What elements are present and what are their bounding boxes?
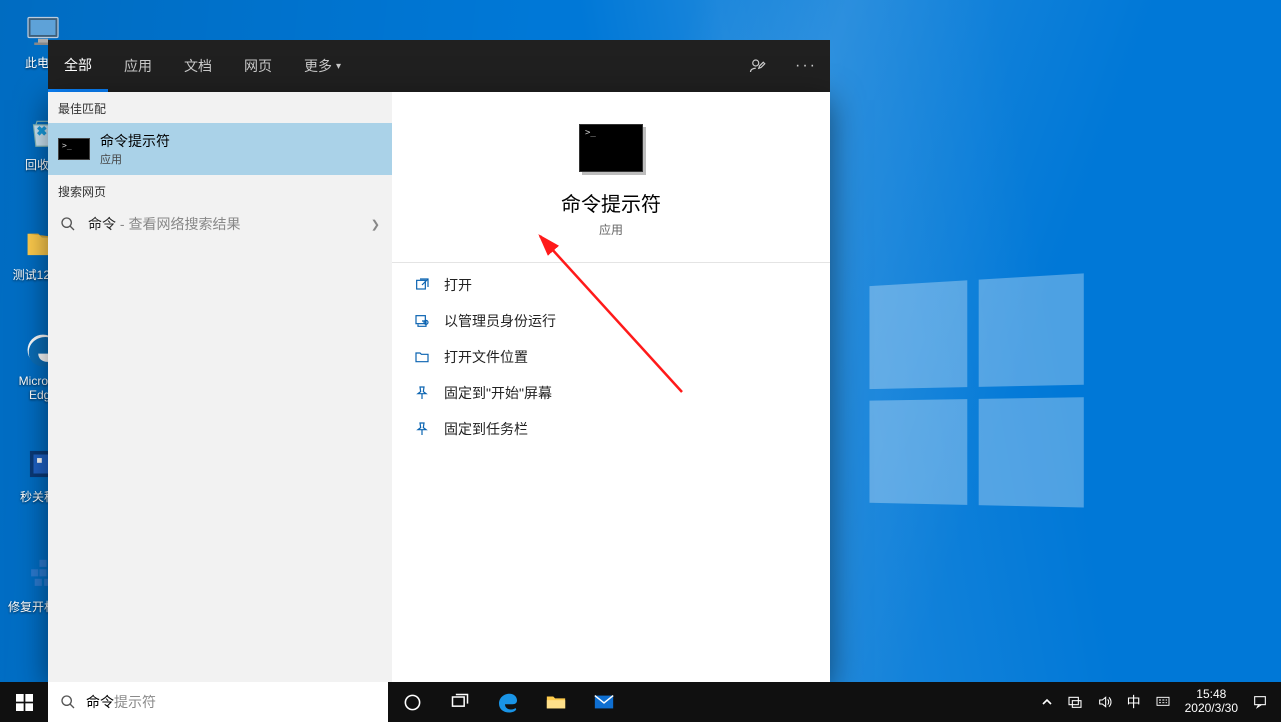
best-match-sub: 应用: [100, 151, 170, 167]
tab-web[interactable]: 网页: [228, 40, 288, 92]
folder-icon: [414, 349, 430, 365]
show-desktop-button[interactable]: [1275, 682, 1281, 722]
more-options-icon[interactable]: ···: [782, 40, 830, 92]
tab-docs[interactable]: 文档: [168, 40, 228, 92]
tray-network-icon[interactable]: [1060, 682, 1090, 722]
action-open[interactable]: 打开: [392, 267, 830, 303]
cortana-button[interactable]: [388, 682, 436, 722]
admin-icon: [414, 313, 430, 329]
tab-all[interactable]: 全部: [48, 40, 108, 92]
search-icon: [60, 694, 76, 710]
task-view-button[interactable]: [436, 682, 484, 722]
tray-overflow[interactable]: [1034, 682, 1060, 722]
detail-sub: 应用: [599, 221, 623, 238]
tab-more[interactable]: 更多▾: [288, 40, 357, 92]
tray-ime-pad-icon[interactable]: [1148, 682, 1178, 722]
search-typed-text: 命令: [86, 692, 114, 712]
tray-clock[interactable]: 15:48 2020/3/30: [1178, 682, 1245, 722]
action-pin-taskbar[interactable]: 固定到任务栏: [392, 411, 830, 447]
action-pin-start[interactable]: 固定到"开始"屏幕: [392, 375, 830, 411]
best-match-title: 命令提示符: [100, 131, 170, 151]
tray: 中 15:48 2020/3/30: [1034, 682, 1281, 722]
tab-apps[interactable]: 应用: [108, 40, 168, 92]
start-button[interactable]: [0, 682, 48, 722]
taskbar-app-explorer[interactable]: [532, 682, 580, 722]
detail-title: 命令提示符: [561, 188, 661, 217]
chevron-right-icon: ❯: [371, 218, 380, 231]
search-icon: [60, 216, 76, 232]
taskbar-app-mail[interactable]: [580, 682, 628, 722]
search-tabbar: 全部 应用 文档 网页 更多▾ ···: [48, 40, 830, 92]
best-match-item[interactable]: 命令提示符 应用: [48, 123, 392, 175]
results-pane: 最佳匹配 命令提示符 应用 搜索网页 命令 - 查看网络搜索结果 ❯: [48, 92, 392, 682]
cmd-icon: [58, 138, 90, 160]
pin-icon: [414, 421, 430, 437]
section-web: 搜索网页: [48, 175, 392, 206]
detail-pane: 命令提示符 应用 打开 以管理员身份运行 打开文件位置 固定到"开始"屏幕: [392, 92, 830, 682]
action-run-as-admin[interactable]: 以管理员身份运行: [392, 303, 830, 339]
taskbar-search[interactable]: 命令提示符: [48, 682, 388, 722]
detail-app-icon: [579, 124, 643, 172]
taskbar-app-edge[interactable]: [484, 682, 532, 722]
tray-ime[interactable]: 中: [1120, 682, 1148, 722]
open-icon: [414, 277, 430, 293]
section-best-match: 最佳匹配: [48, 92, 392, 123]
tray-notifications-icon[interactable]: [1245, 682, 1275, 722]
action-open-location[interactable]: 打开文件位置: [392, 339, 830, 375]
web-search-item[interactable]: 命令 - 查看网络搜索结果 ❯: [48, 206, 392, 242]
feedback-icon[interactable]: [734, 40, 782, 92]
search-completion-text: 提示符: [114, 692, 156, 712]
pin-icon: [414, 385, 430, 401]
tray-volume-icon[interactable]: [1090, 682, 1120, 722]
taskbar: 命令提示符 中 15:48 2020/3/30: [0, 682, 1281, 722]
